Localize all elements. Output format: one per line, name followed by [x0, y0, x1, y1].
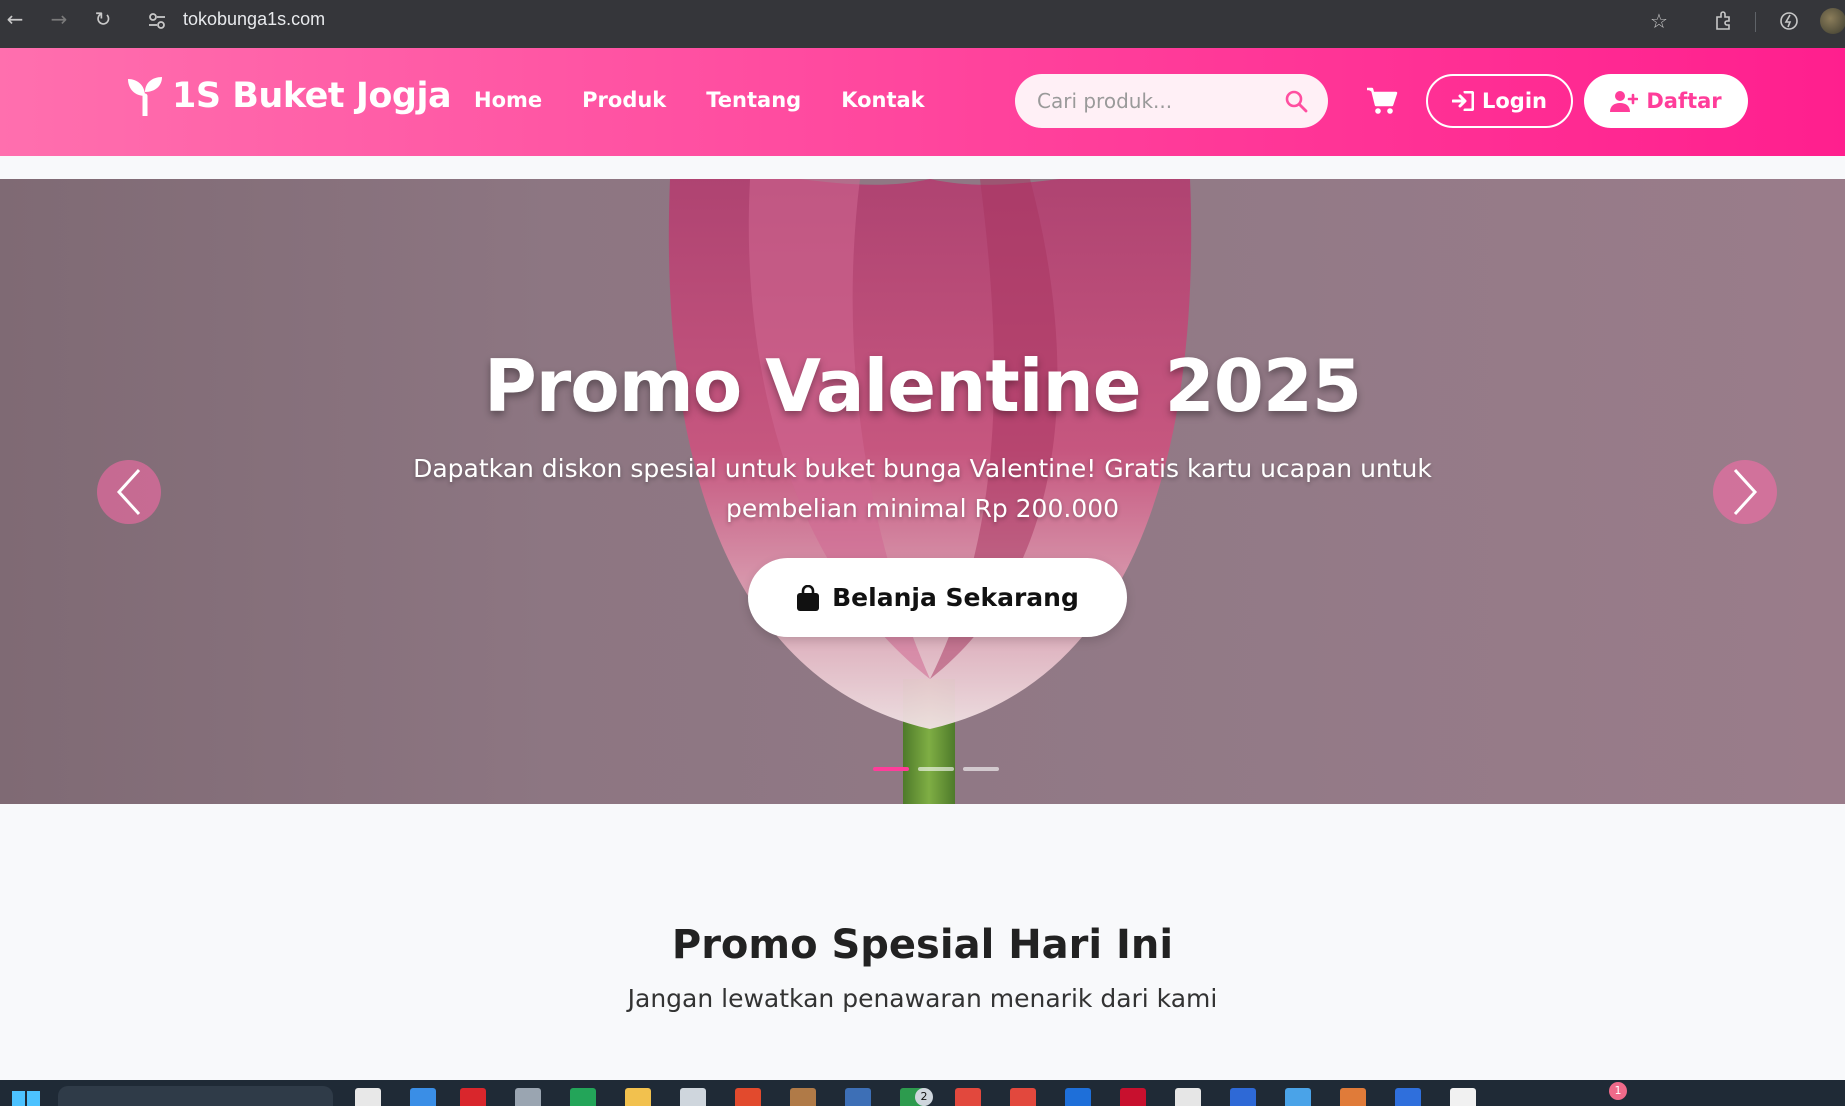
taskbar-badge: 2	[915, 1088, 933, 1106]
shopping-bag-icon	[797, 584, 820, 611]
shop-now-label: Belanja Sekarang	[832, 583, 1079, 612]
notification-badge: 1	[1609, 1082, 1627, 1100]
taskbar-app-icon[interactable]	[1120, 1088, 1146, 1106]
hero-title: Promo Valentine 2025	[483, 344, 1362, 428]
taskbar-app-icon[interactable]	[1340, 1088, 1366, 1106]
login-label: Login	[1482, 89, 1547, 113]
chevron-left-icon	[116, 468, 141, 516]
register-label: Daftar	[1646, 89, 1722, 113]
cart-icon[interactable]	[1366, 86, 1398, 116]
nav-produk[interactable]: Produk	[582, 88, 666, 112]
taskbar-app-icon[interactable]	[1285, 1088, 1311, 1106]
taskbar-search[interactable]	[58, 1086, 333, 1106]
shop-now-button[interactable]: Belanja Sekarang	[748, 558, 1127, 637]
promo-section-subtitle: Jangan lewatkan penawaran menarik dari k…	[627, 984, 1218, 1013]
main-nav: Home Produk Tentang Kontak	[474, 88, 925, 112]
brand-logo[interactable]: 1S Buket Jogja	[126, 76, 452, 116]
taskbar-app-icon[interactable]	[955, 1088, 981, 1106]
taskbar-app-icon[interactable]	[625, 1088, 651, 1106]
back-icon[interactable]: ←	[4, 8, 26, 30]
carousel-dot-2[interactable]	[918, 767, 954, 771]
search-input[interactable]	[1037, 74, 1277, 128]
site-settings-icon[interactable]	[146, 10, 168, 32]
taskbar-app-icon[interactable]	[1230, 1088, 1256, 1106]
taskbar-app-icon[interactable]	[570, 1088, 596, 1106]
taskbar-app-icon[interactable]	[735, 1088, 761, 1106]
os-taskbar: 2 1	[0, 1080, 1845, 1106]
carousel-dot-3[interactable]	[963, 767, 999, 771]
taskbar-app-icon[interactable]	[1450, 1088, 1476, 1106]
carousel-next-button[interactable]	[1713, 460, 1777, 524]
taskbar-app-icon[interactable]	[1395, 1088, 1421, 1106]
taskbar-app-icon[interactable]	[845, 1088, 871, 1106]
register-button[interactable]: Daftar	[1584, 74, 1748, 128]
taskbar-app-icon[interactable]	[1010, 1088, 1036, 1106]
carousel-indicators	[873, 767, 999, 771]
promo-section-title: Promo Spesial Hari Ini	[671, 922, 1174, 968]
brand-name: 1S Buket Jogja	[172, 76, 452, 116]
browser-toolbar: ← → ↻ tokobunga1s.com ☆	[0, 0, 1845, 48]
taskbar-app-icon[interactable]	[680, 1088, 706, 1106]
taskbar-app-icon[interactable]	[1065, 1088, 1091, 1106]
windows-start-icon[interactable]	[12, 1089, 40, 1106]
chevron-right-icon	[1733, 468, 1758, 516]
user-plus-icon	[1610, 91, 1639, 112]
forward-icon[interactable]: →	[48, 8, 70, 30]
address-bar[interactable]: tokobunga1s.com	[183, 9, 325, 30]
extensions-icon[interactable]	[1712, 9, 1736, 33]
taskbar-app-icon[interactable]	[460, 1088, 486, 1106]
taskbar-app-icon[interactable]	[1175, 1088, 1201, 1106]
carousel-dot-1[interactable]	[873, 767, 909, 771]
taskbar-app-icon[interactable]	[790, 1088, 816, 1106]
taskbar-app-icon[interactable]	[515, 1088, 541, 1106]
sign-in-icon	[1452, 91, 1474, 111]
search-icon[interactable]	[1284, 89, 1308, 113]
hero-carousel: Promo Valentine 2025 Dapatkan diskon spe…	[0, 179, 1845, 804]
carousel-prev-button[interactable]	[97, 460, 161, 524]
performance-icon[interactable]	[1777, 9, 1801, 33]
seedling-icon	[128, 77, 162, 116]
taskbar-app-icon[interactable]	[410, 1088, 436, 1106]
login-button[interactable]: Login	[1426, 74, 1573, 128]
taskbar-app-icon[interactable]	[355, 1088, 381, 1106]
bookmark-star-icon[interactable]: ☆	[1647, 9, 1671, 33]
site-header: 1S Buket Jogja Home Produk Tentang Konta…	[0, 48, 1845, 156]
nav-kontak[interactable]: Kontak	[841, 88, 924, 112]
hero-description: Dapatkan diskon spesial untuk buket bung…	[413, 454, 1432, 523]
profile-avatar[interactable]	[1820, 8, 1845, 34]
reload-icon[interactable]: ↻	[92, 8, 114, 30]
nav-tentang[interactable]: Tentang	[706, 88, 801, 112]
toolbar-divider	[1755, 12, 1756, 32]
search-box	[1015, 74, 1328, 128]
nav-home[interactable]: Home	[474, 88, 542, 112]
